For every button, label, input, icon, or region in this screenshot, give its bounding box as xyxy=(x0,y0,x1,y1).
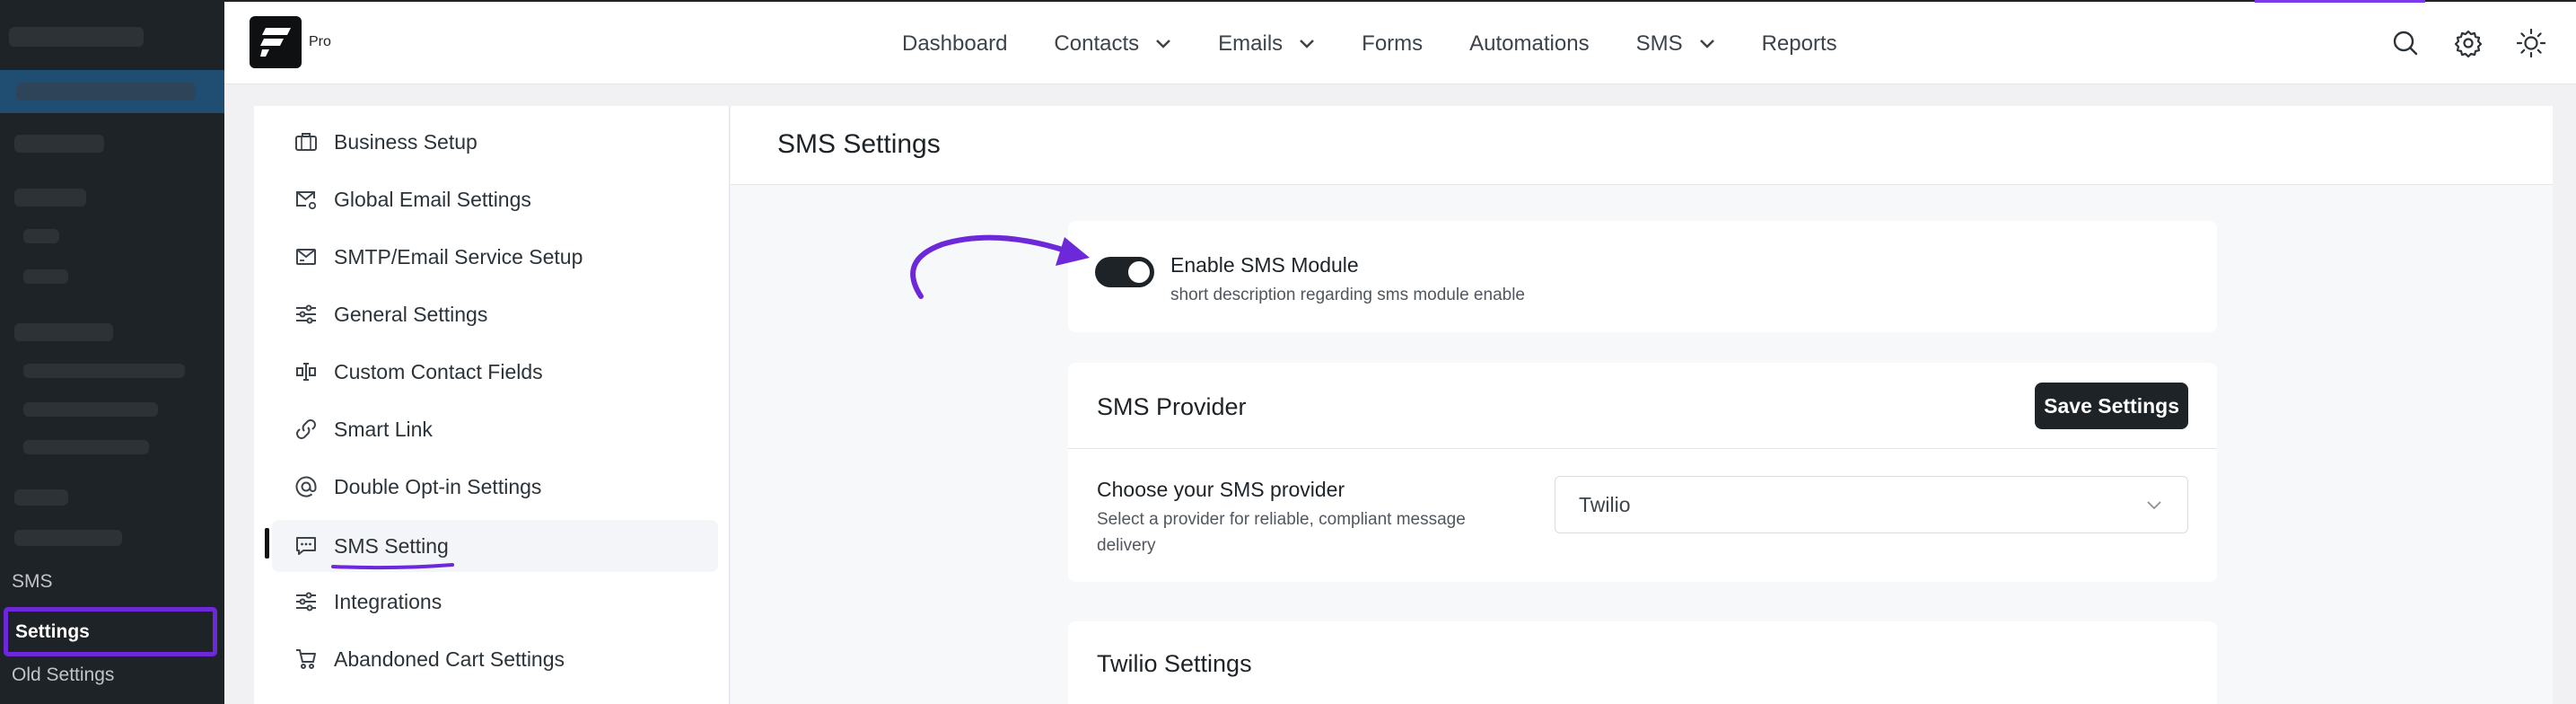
choose-provider-description: Select a provider for reliable, complian… xyxy=(1097,510,1466,555)
wp-menu-settings[interactable]: Settings xyxy=(4,607,217,656)
logo-mark-icon xyxy=(260,28,291,57)
wp-menu-settings-label: Settings xyxy=(15,621,90,642)
nav-dashboard-label: Dashboard xyxy=(902,31,1008,56)
briefcase-icon xyxy=(295,133,317,151)
settings-nav-global-email[interactable]: Global Email Settings xyxy=(294,175,716,224)
wp-admin-sidebar: SMS Settings Old Settings xyxy=(0,0,224,704)
mail-send-icon xyxy=(296,249,316,265)
link-icon xyxy=(296,419,316,439)
settings-nav-active-indicator xyxy=(265,528,269,559)
settings-nav-smtp[interactable]: SMTP/Email Service Setup xyxy=(294,233,716,281)
settings-nav-abandoned-cart[interactable]: Abandoned Cart Settings xyxy=(294,635,716,683)
app-logo[interactable] xyxy=(250,16,302,68)
fields-icon xyxy=(296,363,316,381)
chevron-down-icon xyxy=(2147,501,2161,510)
nav-emails-label: Emails xyxy=(1218,31,1284,56)
nav-contacts-label: Contacts xyxy=(1054,31,1140,56)
nav-sms[interactable]: SMS xyxy=(1636,31,1715,57)
settings-nav-label: Business Setup xyxy=(334,129,478,154)
wp-menu-old-settings[interactable]: Old Settings xyxy=(0,664,224,686)
nav-emails[interactable]: Emails xyxy=(1218,31,1315,57)
chevron-down-icon xyxy=(1300,40,1315,48)
twilio-settings-card: Twilio Settings xyxy=(1068,621,2217,704)
at-icon xyxy=(295,476,317,497)
provider-section-title: SMS Provider xyxy=(1097,393,1247,420)
sun-icon[interactable] xyxy=(2517,29,2545,57)
chevron-down-icon xyxy=(1699,40,1714,48)
settings-nav-label: General Settings xyxy=(334,302,488,326)
chevron-down-icon xyxy=(1156,40,1171,48)
sms-module-card: Enable SMS Module short description rega… xyxy=(1068,221,2217,332)
top-header: Pro Dashboard Contacts Emails Forms Auto… xyxy=(224,0,2576,84)
divider xyxy=(1068,448,2217,449)
annotation-arrow xyxy=(910,234,1090,299)
main-nav: Dashboard Contacts Emails Forms Automati… xyxy=(902,2,1884,86)
settings-nav-sms-setting[interactable]: SMS Setting xyxy=(294,522,716,570)
settings-nav-business-setup[interactable]: Business Setup xyxy=(294,118,716,166)
settings-nav-label: Abandoned Cart Settings xyxy=(334,647,565,671)
page-title: SMS Settings xyxy=(777,129,941,159)
wp-menu-sms[interactable]: SMS xyxy=(0,571,224,593)
enable-sms-title: Enable SMS Module xyxy=(1170,253,1359,277)
settings-nav-label: SMTP/Email Service Setup xyxy=(334,244,583,268)
settings-nav-double-optin[interactable]: Double Opt-in Settings xyxy=(294,462,716,511)
nav-automations[interactable]: Automations xyxy=(1469,31,1589,57)
nav-forms-label: Forms xyxy=(1362,31,1424,56)
nav-automations-label: Automations xyxy=(1469,31,1590,56)
nav-sms-label: SMS xyxy=(1635,31,1683,56)
settings-nav-custom-fields[interactable]: Custom Contact Fields xyxy=(294,348,716,396)
choose-provider-label: Choose your SMS provider xyxy=(1097,478,1345,501)
enable-sms-description: short description regarding sms module e… xyxy=(1170,286,1525,304)
wp-sidebar-blurred-menu xyxy=(0,0,224,548)
main-content: SMS Settings Enable SMS Module short des… xyxy=(731,106,2553,704)
logo-pro-badge: Pro xyxy=(309,34,331,49)
settings-nav-integrations[interactable]: Integrations xyxy=(294,577,716,626)
save-settings-button[interactable]: Save Settings xyxy=(2035,383,2188,429)
settings-nav-label: Custom Contact Fields xyxy=(334,359,543,383)
settings-nav-label: Integrations xyxy=(334,589,442,613)
settings-nav-label: Global Email Settings xyxy=(334,187,531,211)
gear-icon[interactable] xyxy=(2454,29,2483,57)
chat-icon xyxy=(296,537,316,555)
sms-provider-card: SMS Provider Save Settings Choose your S… xyxy=(1068,363,2217,582)
settings-nav: Business Setup Global Email Settings SMT… xyxy=(254,106,730,704)
settings-nav-label: SMS Setting xyxy=(334,533,449,558)
loading-progress xyxy=(2255,0,2425,3)
active-underline xyxy=(331,562,454,569)
provider-select[interactable]: Twilio xyxy=(1555,476,2188,533)
nav-reports[interactable]: Reports xyxy=(1762,31,1837,57)
sliders-icon xyxy=(296,304,316,324)
nav-forms[interactable]: Forms xyxy=(1362,31,1423,57)
settings-nav-general[interactable]: General Settings xyxy=(294,290,716,339)
nav-dashboard[interactable]: Dashboard xyxy=(902,31,1007,57)
sliders-icon xyxy=(296,592,316,612)
settings-nav-label: Smart Link xyxy=(334,417,433,441)
nav-reports-label: Reports xyxy=(1761,31,1837,56)
mail-settings-icon xyxy=(296,191,317,210)
search-icon[interactable] xyxy=(2391,29,2420,57)
provider-select-value: Twilio xyxy=(1579,493,1631,516)
twilio-section-title: Twilio Settings xyxy=(1097,650,1252,677)
settings-nav-active-label-wrap: SMS Setting xyxy=(331,533,454,569)
settings-nav-label: Double Opt-in Settings xyxy=(334,474,542,498)
settings-nav-smart-link[interactable]: Smart Link xyxy=(294,405,716,453)
cart-icon xyxy=(296,649,316,669)
main-header: SMS Settings xyxy=(731,106,2553,185)
nav-contacts[interactable]: Contacts xyxy=(1054,31,1171,57)
